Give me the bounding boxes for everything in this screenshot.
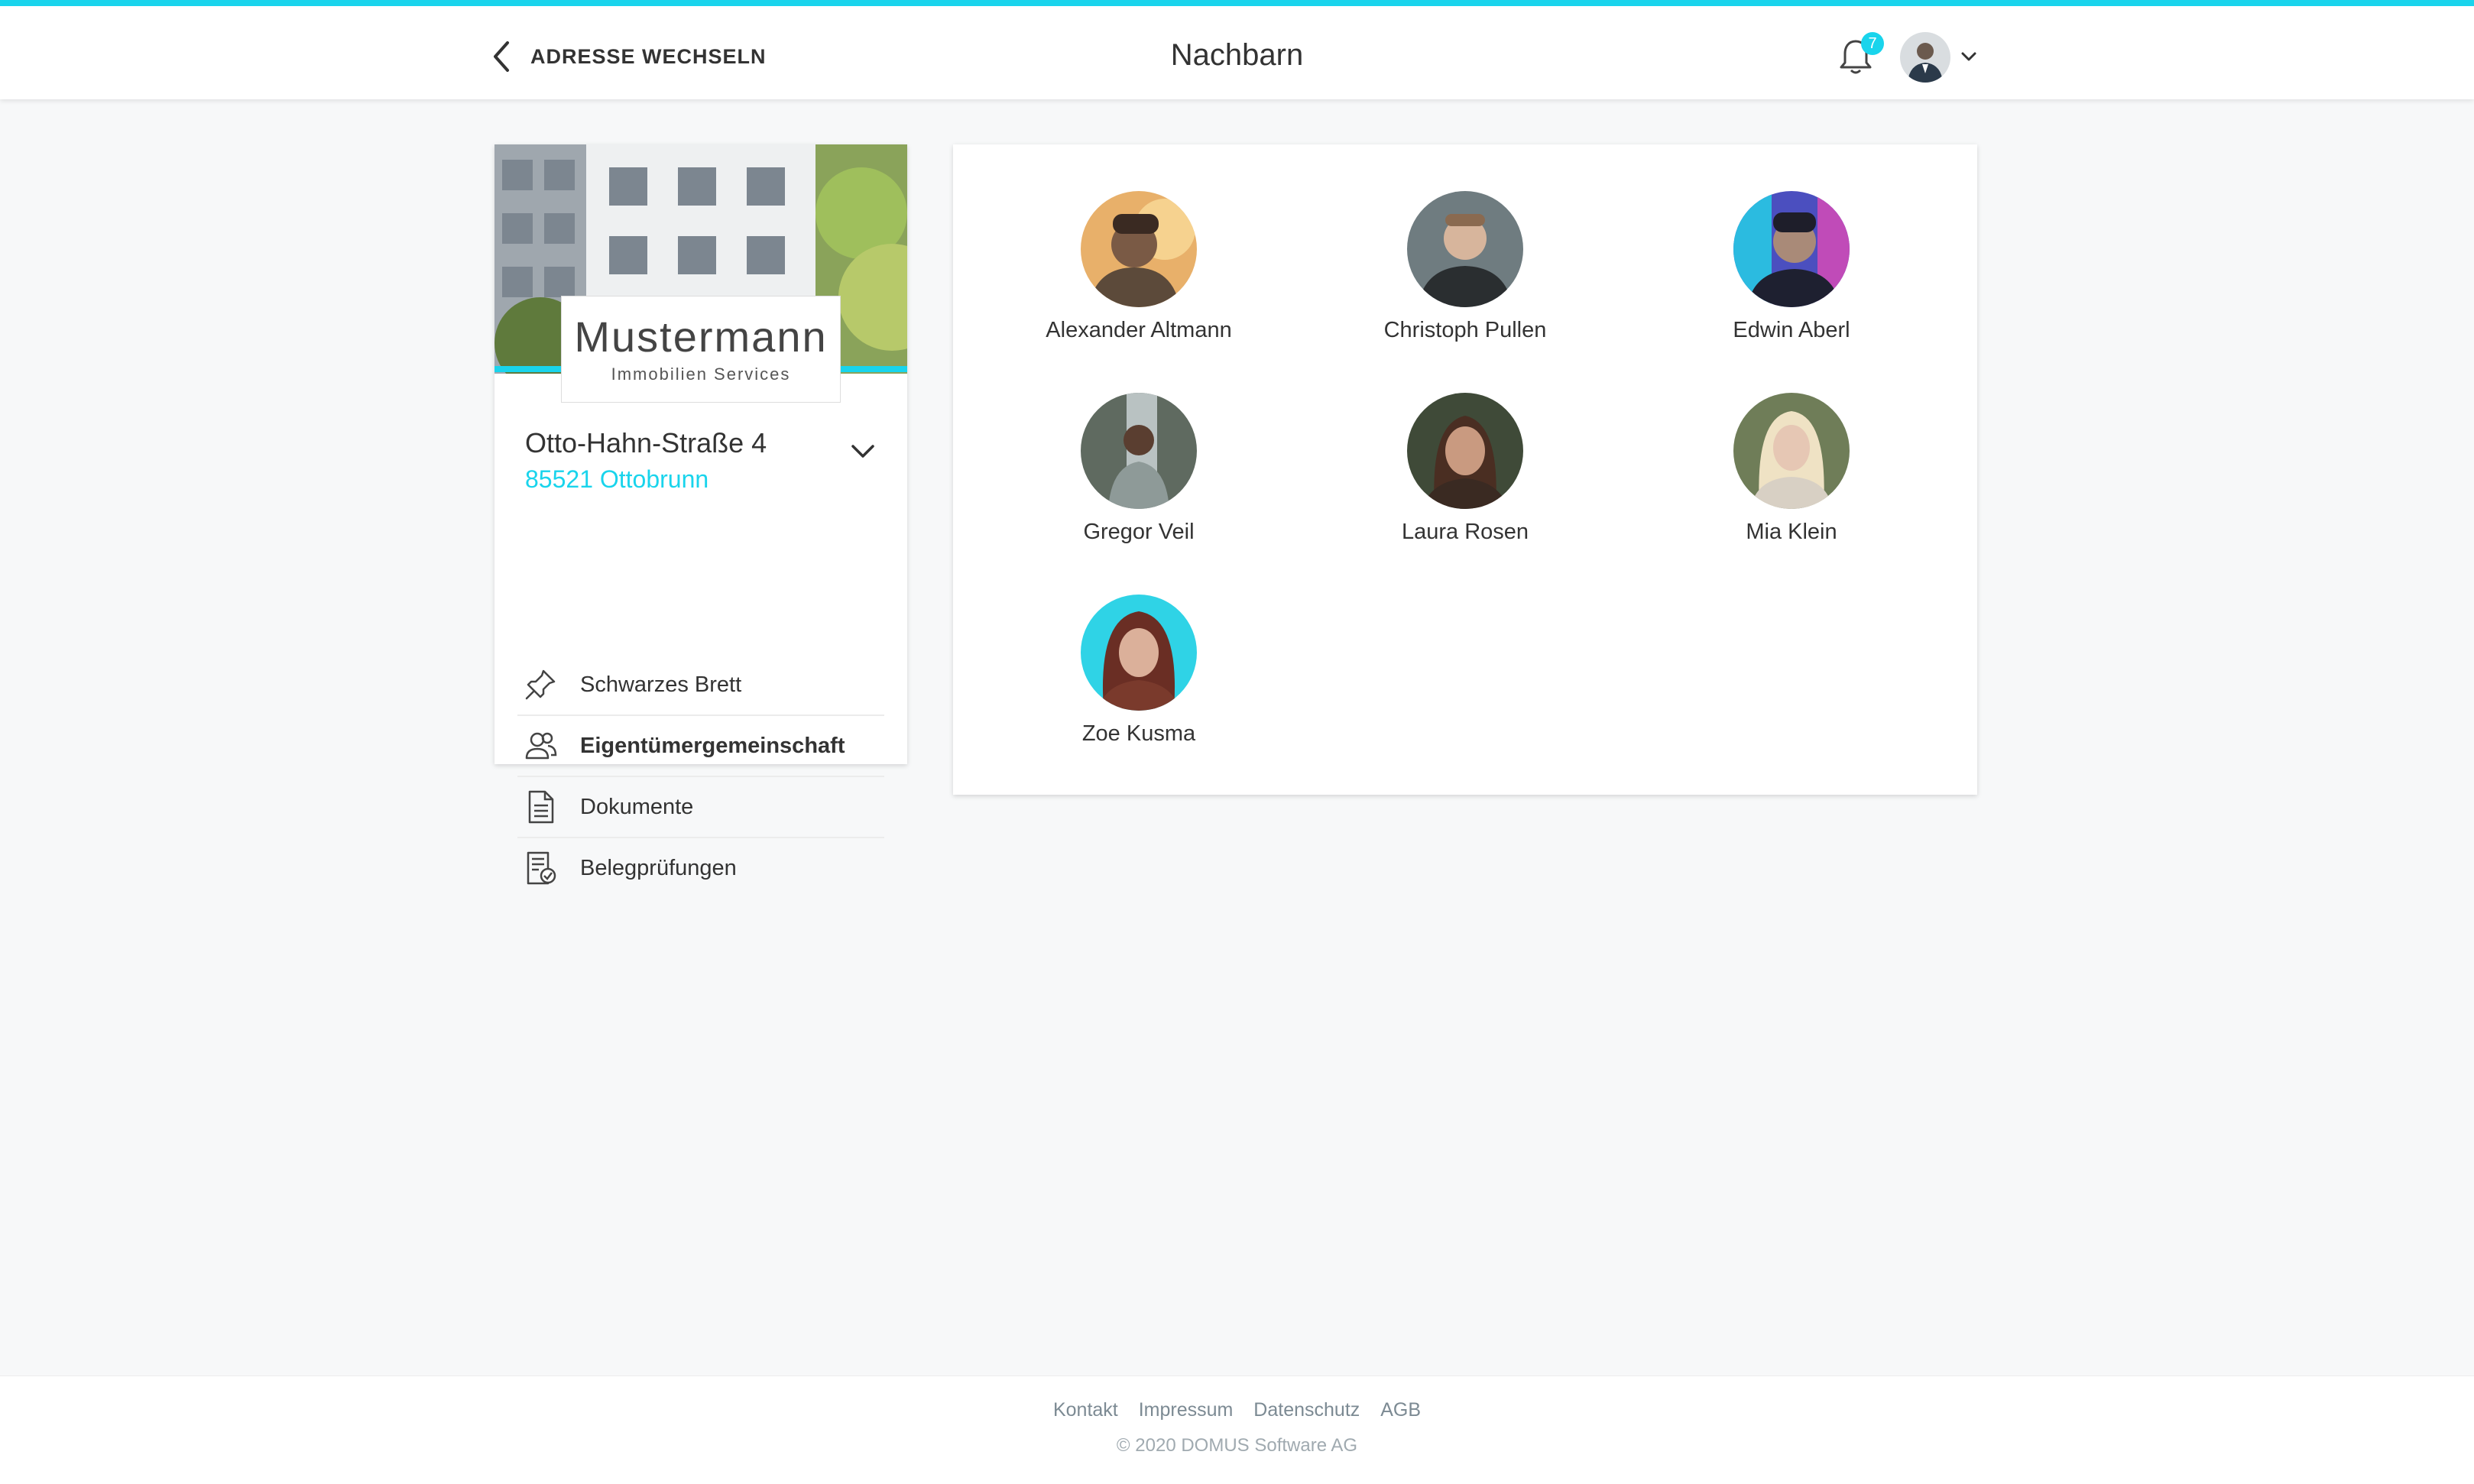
sidebar-item-eigentuemergemeinschaft[interactable]: Eigentümergemeinschaft (517, 716, 884, 777)
user-avatar-image (1900, 32, 1950, 83)
sidebar-item-belegpruefungen[interactable]: Belegprüfungen (517, 838, 884, 898)
neighbor-name: Mia Klein (1746, 520, 1837, 544)
user-avatar[interactable] (1900, 32, 1950, 83)
document-icon (528, 790, 554, 824)
avatar (1407, 191, 1523, 307)
footer-link-agb[interactable]: AGB (1380, 1399, 1421, 1421)
group-icon (525, 732, 557, 760)
brand-name: Mustermann (574, 313, 828, 361)
neighbor-card[interactable]: Edwin Aberl (1654, 191, 1929, 343)
city: 85521 Ottobrunn (525, 465, 709, 493)
neighbor-card[interactable]: Mia Klein (1654, 393, 1929, 545)
address-block: Otto-Hahn-Straße 4 85521 Ottobrunn (525, 427, 767, 494)
copyright: © 2020 DOMUS Software AG (1116, 1435, 1358, 1456)
top-bar: ADRESSE WECHSELN Nachbarn 7 (0, 0, 2474, 99)
neighbor-card[interactable]: Christoph Pullen (1328, 191, 1603, 343)
pin-icon (525, 669, 556, 700)
footer-link-impressum[interactable]: Impressum (1139, 1399, 1234, 1421)
sidebar-item-schwarzes-brett[interactable]: Schwarzes Brett (517, 655, 884, 716)
footer: Kontakt Impressum Datenschutz AGB © 2020… (0, 1375, 2474, 1484)
neighbor-card[interactable]: Zoe Kusma (1001, 595, 1276, 747)
neighbor-card[interactable]: Alexander Altmann (1001, 191, 1276, 343)
sidebar-item-label: Belegprüfungen (580, 855, 737, 880)
page-title: Nachbarn (1170, 38, 1304, 72)
sidebar-item-dokumente[interactable]: Dokumente (517, 777, 884, 838)
neighbor-name: Edwin Aberl (1733, 318, 1850, 342)
avatar (1407, 393, 1523, 509)
neighbor-name: Christoph Pullen (1383, 318, 1547, 342)
brand-logo: Mustermann Immobilien Services (561, 296, 841, 403)
neighbor-card[interactable]: Gregor Veil (1001, 393, 1276, 545)
neighbor-name: Gregor Veil (1083, 520, 1195, 544)
avatar (1081, 191, 1197, 307)
sidebar-item-label: Schwarzes Brett (580, 672, 742, 697)
neighbor-name: Alexander Altmann (1046, 318, 1232, 342)
sidebar-menu: Schwarzes Brett Eigentümergemeinschaft D… (517, 655, 884, 898)
avatar (1081, 393, 1197, 509)
footer-link-datenschutz[interactable]: Datenschutz (1253, 1399, 1360, 1421)
receipt-check-icon (527, 851, 556, 885)
avatar (1733, 191, 1850, 307)
footer-link-kontakt[interactable]: Kontakt (1053, 1399, 1118, 1421)
neighbors-card: Alexander Altmann Christoph Pullen Edwin… (953, 144, 1977, 795)
neighbor-name: Laura Rosen (1401, 520, 1529, 544)
brand-subtitle: Immobilien Services (611, 365, 791, 384)
chevron-down-icon[interactable] (849, 442, 877, 461)
sidebar-item-label: Dokumente (580, 794, 694, 819)
notification-badge: 7 (1861, 32, 1884, 55)
property-card: Mustermann Immobilien Services Otto-Hahn… (494, 144, 907, 885)
neighbor-card[interactable]: Laura Rosen (1328, 393, 1603, 545)
footer-links: Kontakt Impressum Datenschutz AGB (0, 1399, 2474, 1421)
neighbor-name: Zoe Kusma (1081, 721, 1196, 746)
chevron-down-icon[interactable] (1960, 50, 1977, 63)
sidebar-item-label: Eigentümergemeinschaft (580, 733, 845, 758)
notifications-button[interactable]: 7 (1838, 32, 1884, 79)
avatar (1081, 595, 1197, 711)
avatar (1733, 393, 1850, 509)
street: Otto-Hahn-Straße 4 (525, 427, 767, 458)
